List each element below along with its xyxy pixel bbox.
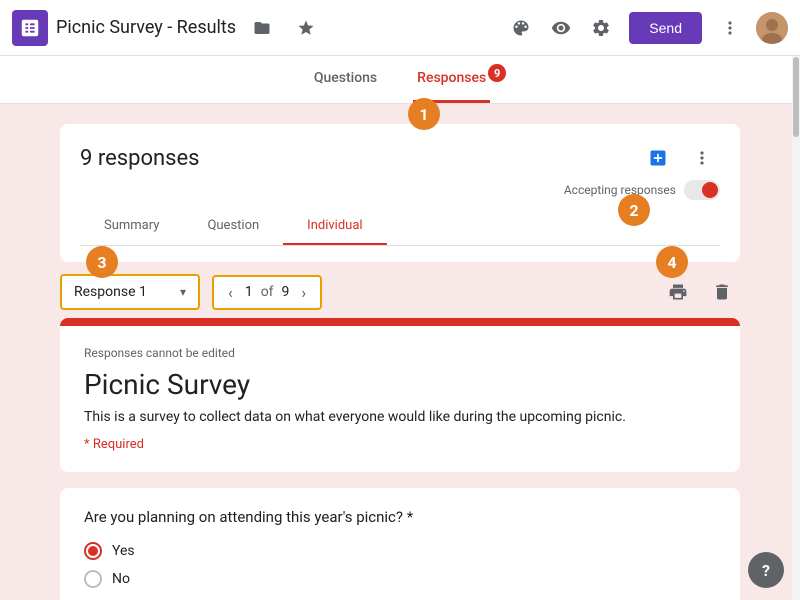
tab-questions[interactable]: Questions — [310, 56, 381, 103]
question-card: Are you planning on attending this year'… — [60, 488, 740, 600]
survey-title: Picnic Survey — [84, 368, 716, 401]
preview-icon[interactable] — [543, 10, 579, 46]
prev-page-button[interactable]: ‹ — [224, 283, 237, 302]
avatar[interactable] — [756, 12, 788, 44]
more-responses-icon[interactable] — [684, 140, 720, 176]
required-label: * Required — [84, 437, 716, 452]
total-pages: 9 — [278, 284, 294, 300]
response-header-card: 9 responses Accepting responses Summary … — [60, 124, 740, 262]
option-no-label: No — [112, 571, 130, 587]
response-count: 9 responses — [80, 146, 200, 171]
responses-badge: 9 — [488, 64, 506, 82]
subtab-individual[interactable]: Individual — [283, 208, 386, 245]
step-badge-4: 4 — [656, 246, 688, 278]
tabbar: Questions Responses 9 — [0, 56, 800, 104]
add-response-icon[interactable] — [640, 140, 676, 176]
question-text: Are you planning on attending this year'… — [84, 508, 716, 526]
survey-description: This is a survey to collect data on what… — [84, 409, 716, 425]
star-icon[interactable] — [288, 10, 324, 46]
radio-yes-inner — [88, 546, 98, 556]
scrollbar[interactable] — [792, 56, 800, 600]
tab-responses[interactable]: Responses 9 — [413, 56, 490, 103]
chevron-down-icon: ▾ — [180, 285, 186, 299]
topbar-left: Picnic Survey - Results — [12, 10, 503, 46]
response-select-label: Response 1 — [74, 284, 172, 300]
topbar-icons: Send — [503, 10, 788, 46]
option-yes-label: Yes — [112, 543, 135, 559]
of-label: of — [261, 284, 274, 300]
survey-card: Responses cannot be edited Picnic Survey… — [60, 318, 740, 472]
forms-icon — [12, 10, 48, 46]
pagination-row: Response 1 ▾ ‹ 1 of 9 › — [60, 262, 740, 318]
topbar: Picnic Survey - Results Send — [0, 0, 800, 56]
send-button[interactable]: Send — [629, 12, 702, 44]
accepting-toggle[interactable] — [684, 180, 720, 200]
cannot-edit-label: Responses cannot be edited — [84, 346, 716, 360]
next-page-button[interactable]: › — [297, 283, 310, 302]
response-header-actions — [640, 140, 720, 176]
folder-icon[interactable] — [244, 10, 280, 46]
accepting-label: Accepting responses — [564, 183, 676, 197]
subtab-summary[interactable]: Summary — [80, 208, 183, 245]
option-yes: Yes — [84, 542, 716, 560]
delete-icon[interactable] — [704, 274, 740, 310]
current-page: 1 — [241, 284, 257, 300]
doc-title: Picnic Survey - Results — [56, 17, 236, 38]
radio-yes[interactable] — [84, 542, 102, 560]
response-selector[interactable]: Response 1 ▾ — [60, 274, 200, 310]
step-badge-1: 1 — [408, 98, 440, 130]
print-icon[interactable] — [660, 274, 696, 310]
radio-no[interactable] — [84, 570, 102, 588]
help-button[interactable]: ? — [748, 552, 784, 588]
step-badge-3: 3 — [86, 246, 118, 278]
pagination-actions — [660, 274, 740, 310]
scrollbar-thumb[interactable] — [793, 57, 799, 137]
option-no: No — [84, 570, 716, 588]
subtab-question[interactable]: Question — [183, 208, 283, 245]
settings-icon[interactable] — [583, 10, 619, 46]
main-content: 9 responses Accepting responses Summary … — [0, 104, 800, 600]
response-count-row: 9 responses — [80, 140, 720, 176]
palette-icon[interactable] — [503, 10, 539, 46]
page-navigator: ‹ 1 of 9 › — [212, 275, 322, 310]
step-badge-2: 2 — [618, 194, 650, 226]
more-options-icon[interactable] — [712, 10, 748, 46]
